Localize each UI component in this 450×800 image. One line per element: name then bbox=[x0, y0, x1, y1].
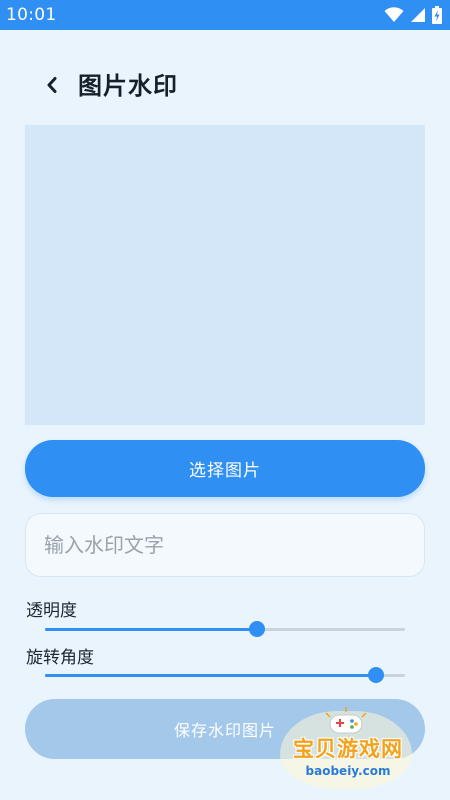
rotation-slider[interactable] bbox=[45, 667, 405, 683]
save-watermark-image-button[interactable]: 保存水印图片 bbox=[25, 699, 425, 759]
watermark-url: baobeiy.com bbox=[305, 764, 391, 778]
battery-icon bbox=[432, 6, 442, 24]
page-title: 图片水印 bbox=[78, 72, 178, 100]
opacity-slider-thumb[interactable] bbox=[249, 621, 266, 637]
status-bar: 10:01 bbox=[0, 0, 450, 30]
signal-icon bbox=[410, 7, 426, 23]
rotation-label: 旋转角度 bbox=[26, 648, 94, 668]
wifi-icon bbox=[384, 7, 404, 23]
watermark-text-input[interactable] bbox=[25, 513, 425, 577]
rotation-slider-fill bbox=[45, 674, 377, 677]
status-time: 10:01 bbox=[6, 5, 57, 25]
select-image-button[interactable]: 选择图片 bbox=[25, 440, 425, 497]
rotation-slider-thumb[interactable] bbox=[368, 667, 385, 683]
opacity-slider-fill bbox=[45, 628, 258, 631]
header: 图片水印 bbox=[0, 58, 450, 108]
opacity-label: 透明度 bbox=[26, 601, 77, 621]
chevron-left-icon bbox=[46, 76, 58, 98]
back-button[interactable] bbox=[38, 72, 66, 102]
image-preview bbox=[25, 125, 425, 425]
status-icons bbox=[384, 6, 442, 24]
opacity-slider[interactable] bbox=[45, 621, 405, 637]
